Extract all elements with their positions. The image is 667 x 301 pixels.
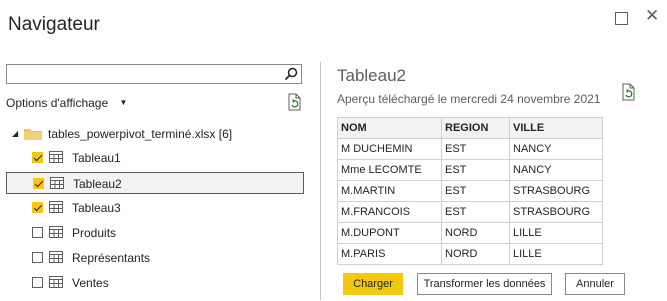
tree-root-label: tables_powerpivot_terminé.xlsx [6] (48, 127, 233, 141)
search-field[interactable] (10, 66, 284, 84)
table-cell: LILLE (509, 243, 603, 265)
checkbox[interactable] (32, 227, 43, 238)
window-title: Navigateur (8, 14, 100, 35)
tree-item[interactable]: Représentants (6, 247, 304, 269)
table-row: Mme LECOMTE EST NANCY (337, 159, 603, 181)
tree-item-label: Produits (72, 226, 117, 240)
tree-item-label: Tableau3 (72, 201, 121, 215)
search-input[interactable] (6, 64, 302, 84)
checkbox[interactable] (32, 152, 43, 163)
checkbox[interactable] (32, 277, 43, 288)
table-cell: M.DUPONT (337, 222, 442, 244)
load-button[interactable]: Charger (343, 273, 403, 295)
column-header[interactable]: VILLE (509, 117, 603, 139)
table-icon (49, 251, 63, 263)
tree-item-label: Tableau1 (72, 151, 121, 165)
tree-item[interactable]: Ventes (6, 272, 304, 294)
table-cell: EST (441, 138, 510, 160)
checkbox[interactable] (33, 178, 44, 189)
column-header[interactable]: REGION (441, 117, 510, 139)
table-cell: STRASBOURG (509, 180, 603, 202)
table-icon (49, 276, 63, 288)
tree-item[interactable]: Produits (6, 222, 304, 244)
table-icon (49, 201, 63, 213)
tree-item[interactable]: Tableau1 (6, 147, 304, 169)
table-cell: NORD (441, 222, 510, 244)
table-cell: M.PARIS (337, 243, 442, 265)
table-icon (50, 177, 64, 189)
preview-title: Tableau2 (337, 66, 407, 85)
table-cell: NORD (441, 243, 510, 265)
table-cell: M.FRANCOIS (337, 201, 442, 223)
table-row: M.PARIS NORD LILLE (337, 243, 603, 265)
maximize-icon[interactable] (615, 12, 628, 25)
table-row: M.DUPONT NORD LILLE (337, 222, 603, 244)
table-cell: EST (441, 201, 510, 223)
table-cell: NANCY (509, 138, 603, 160)
chevron-down-icon: ▼ (119, 98, 128, 107)
tree-item-label: Représentants (72, 251, 151, 265)
tree-item-label: Ventes (72, 276, 109, 290)
table-cell: M.MARTIN (337, 180, 442, 202)
table-row: M.MARTIN EST STRASBOURG (337, 180, 603, 202)
preview-subtitle: Aperçu téléchargé le mercredi 24 novembr… (337, 92, 601, 106)
checkbox[interactable] (32, 202, 43, 213)
table-icon (49, 226, 63, 238)
transform-data-button[interactable]: Transformer les données (417, 273, 552, 295)
folder-icon (24, 129, 42, 140)
refresh-icon[interactable] (620, 83, 636, 101)
table-cell: M DUCHEMIN (337, 138, 442, 160)
checkbox[interactable] (32, 252, 43, 263)
refresh-icon[interactable] (286, 93, 302, 111)
table-header-row: NOM REGION VILLE (337, 117, 603, 139)
table-cell: EST (441, 180, 510, 202)
search-icon[interactable] (284, 67, 298, 81)
table-cell: NANCY (509, 159, 603, 181)
tree-item[interactable]: Tableau3 (6, 197, 304, 219)
tree-item-label: Tableau2 (73, 177, 122, 191)
table-cell: LILLE (509, 222, 603, 244)
column-header[interactable]: NOM (337, 117, 442, 139)
table-cell: STRASBOURG (509, 201, 603, 223)
table-row: M.FRANCOIS EST STRASBOURG (337, 201, 603, 223)
cancel-button[interactable]: Annuler (565, 273, 625, 295)
pane-divider (320, 62, 321, 300)
tree-item[interactable]: Tableau2 (6, 172, 304, 194)
table-row: M DUCHEMIN EST NANCY (337, 138, 603, 160)
tree-root[interactable]: ◢ tables_powerpivot_terminé.xlsx [6] (6, 123, 304, 145)
close-icon[interactable]: ✕ (645, 6, 659, 26)
display-options-dropdown[interactable]: Options d'affichage ▼ (6, 96, 127, 110)
display-options-label: Options d'affichage (6, 96, 109, 110)
preview-table: NOM REGION VILLE M DUCHEMIN EST NANCY Mme L… (337, 117, 603, 265)
table-cell: EST (441, 159, 510, 181)
table-icon (49, 151, 63, 163)
table-cell: Mme LECOMTE (337, 159, 442, 181)
expand-icon[interactable]: ◢ (12, 129, 18, 138)
